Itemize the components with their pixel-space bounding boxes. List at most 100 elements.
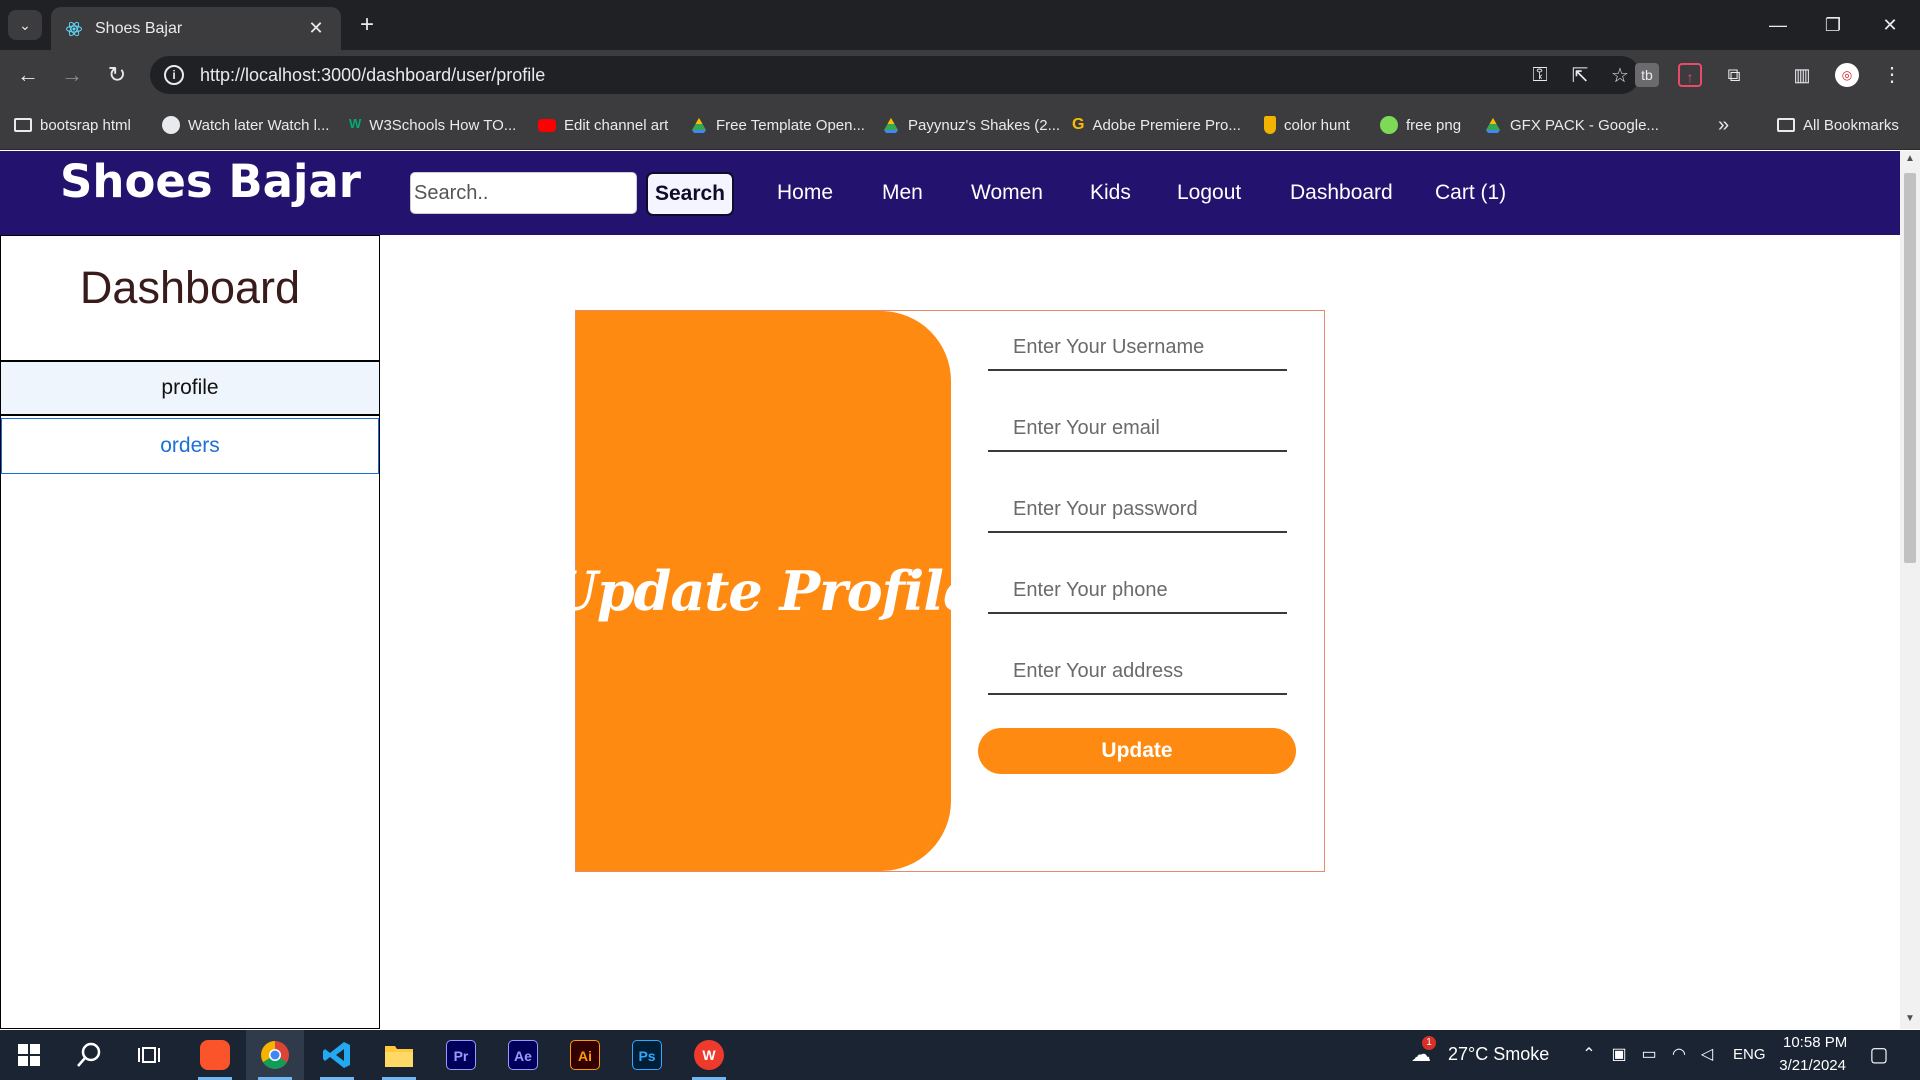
scroll-thumb[interactable] [1904,173,1916,563]
photoshop-taskbar-app[interactable]: Ps [618,1030,676,1080]
search-icon [77,1042,101,1067]
start-button[interactable] [0,1030,58,1080]
chevron-up-icon[interactable]: ⌃ [1578,1044,1600,1064]
reload-icon[interactable]: ↻ [102,60,132,90]
bookmark-label: Free Template Open... [716,116,865,134]
after-effects-taskbar-app[interactable]: Ae [494,1030,552,1080]
minimize-button[interactable]: — [1758,12,1798,38]
google-icon: G [1072,116,1085,133]
phone-field[interactable] [988,568,1287,614]
bookmark-label: Edit channel art [564,116,669,134]
tab-title: Shoes Bajar [95,19,183,37]
bookmark-item[interactable]: Watch later Watch l... [162,114,329,136]
username-field[interactable] [988,325,1287,371]
meet-now-icon[interactable]: ▣ [1608,1044,1630,1064]
password-key-icon[interactable]: ⚿ [1520,64,1560,87]
sidebar-title: Dashboard [79,262,301,313]
w3schools-icon: W [349,116,362,131]
bookmark-label: color hunt [1284,116,1350,134]
back-arrow-icon[interactable]: ← [13,60,43,90]
bookmark-item[interactable]: Edit channel art [538,114,668,136]
nav-link-dashboard[interactable]: Dashboard [1290,181,1393,205]
task-view-button[interactable] [120,1030,178,1080]
chrome-taskbar-app[interactable] [246,1030,304,1080]
side-panel-icon[interactable]: ▥ [1790,63,1814,87]
colorhunt-icon [1264,116,1276,134]
address-bar[interactable]: i http://localhost:3000/dashboard/user/p… [150,56,1640,94]
scroll-down-icon[interactable]: ▼ [1900,1013,1920,1027]
dashboard-sidebar: Dashboard profile orders [0,235,380,1029]
bookmark-item[interactable]: free png [1380,114,1461,136]
url-text[interactable]: http://localhost:3000/dashboard/user/pro… [200,65,1520,86]
password-field[interactable] [988,487,1287,533]
site-info-icon[interactable]: i [164,65,184,85]
menu-dots-icon[interactable]: ⋮ [1880,63,1904,87]
battery-icon[interactable]: ▭ [1638,1044,1660,1064]
weather-text[interactable]: 27°C Smoke [1448,1044,1549,1065]
extensions-puzzle-icon[interactable]: ⧉ [1722,63,1746,87]
bookmark-item[interactable]: GFX PACK - Google... [1484,114,1659,136]
search-taskbar-button[interactable] [60,1030,118,1080]
close-window-button[interactable]: ✕ [1870,12,1910,38]
illustrator-taskbar-app[interactable]: Ai [556,1030,614,1080]
bookmark-item[interactable]: bootsrap html [14,114,131,136]
search-button[interactable]: Search [646,172,734,216]
open-in-app-icon[interactable]: ⇱ [1560,63,1600,88]
folder-icon [1777,118,1795,132]
brave-taskbar-app[interactable] [186,1030,244,1080]
weather-badge: 1 [1422,1036,1436,1050]
google-drive-icon [1486,118,1500,133]
clock-time[interactable]: 10:58 PM [1783,1034,1847,1051]
nav-link-kids[interactable]: Kids [1090,181,1131,205]
page-scrollbar[interactable]: ▲ ▼ [1900,151,1920,1029]
language-indicator[interactable]: ENG [1733,1046,1766,1063]
premiere-taskbar-app[interactable]: Pr [432,1030,490,1080]
nav-link-home[interactable]: Home [777,181,833,205]
brand-logo[interactable]: Shoes Bajar [60,155,361,208]
clock-date[interactable]: 3/21/2024 [1778,1057,1846,1074]
email-field[interactable] [988,406,1287,452]
bookmark-item[interactable]: W W3Schools How TO... [349,114,516,136]
file-explorer-taskbar-app[interactable] [370,1030,428,1080]
bookmark-star-icon[interactable]: ☆ [1600,63,1640,88]
search-input[interactable] [410,172,637,214]
nav-link-women[interactable]: Women [971,181,1043,205]
new-tab-button[interactable]: + [354,12,380,38]
extension-upload-icon[interactable]: ↑ [1678,63,1702,87]
volume-icon[interactable]: ◁ [1696,1044,1718,1064]
bookmark-label: W3Schools How TO... [369,116,517,134]
all-bookmarks-button[interactable]: All Bookmarks [1777,114,1899,136]
notification-icon[interactable]: ▢ [1868,1042,1890,1067]
bookmark-item[interactable]: color hunt [1264,114,1350,136]
bookmark-item[interactable]: G Adobe Premiere Pro... [1072,114,1241,136]
scroll-up-icon[interactable]: ▲ [1900,153,1920,167]
nav-link-cart[interactable]: Cart (1) [1435,181,1506,205]
bookmark-label: Watch later Watch l... [188,116,330,134]
wifi-icon[interactable]: ◠ [1668,1044,1690,1064]
sidebar-item-orders[interactable]: orders [1,418,379,474]
bookmark-label: bootsrap html [40,116,131,134]
address-field[interactable] [988,649,1287,695]
bookmark-label: GFX PACK - Google... [1510,116,1659,134]
profile-avatar-icon[interactable]: ◎ [1835,63,1859,87]
tab-close-icon[interactable]: ✕ [305,18,327,39]
forward-arrow-icon[interactable]: → [57,60,87,90]
update-button[interactable]: Update [978,728,1296,774]
nav-link-logout[interactable]: Logout [1177,181,1241,205]
site-navbar: Shoes Bajar Search Home Men Women Kids L… [0,151,1900,235]
premiere-icon: Pr [446,1040,476,1070]
browser-toolbar: ← → ↻ i http://localhost:3000/dashboard/… [0,50,1920,100]
tab-search-button[interactable]: ⌄ [8,10,42,40]
web-page: Shoes Bajar Search Home Men Women Kids L… [0,151,1900,1029]
bookmarks-overflow-button[interactable]: » [1718,114,1729,136]
restore-button[interactable]: ❐ [1813,12,1853,38]
wps-taskbar-app[interactable]: W [680,1030,738,1080]
vscode-taskbar-app[interactable] [308,1030,366,1080]
bookmark-item[interactable]: Payynuz's Shakes (2... [882,114,1060,136]
browser-tab-active[interactable]: Shoes Bajar ✕ [51,7,341,50]
sidebar-item-profile[interactable]: profile [1,360,379,416]
google-drive-icon [692,118,706,133]
extension-tb-icon[interactable]: tb [1635,63,1659,87]
bookmark-item[interactable]: Free Template Open... [690,114,865,136]
nav-link-men[interactable]: Men [882,181,923,205]
